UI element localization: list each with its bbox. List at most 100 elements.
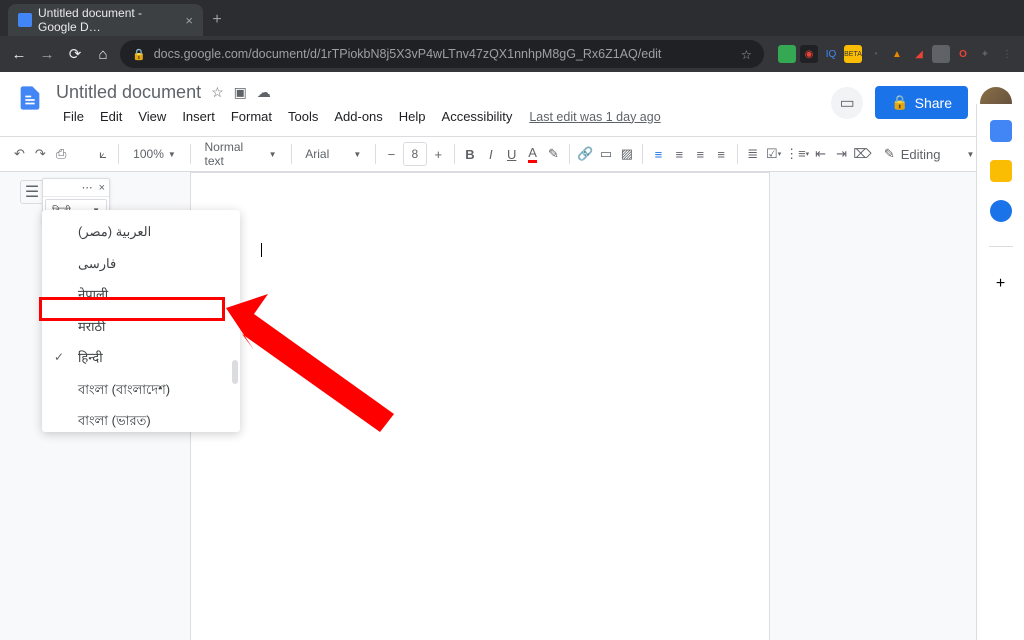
side-panel: +	[976, 104, 1024, 640]
home-icon[interactable]: ⌂	[92, 43, 114, 65]
tasks-app-icon[interactable]	[990, 200, 1012, 222]
back-icon[interactable]: ←	[8, 43, 30, 65]
browser-tab[interactable]: Untitled document - Google D… ×	[8, 4, 203, 36]
font-size-input[interactable]: 8	[403, 142, 427, 166]
docs-header: Untitled document ☆ ▣ ☁ File Edit View I…	[0, 72, 1024, 136]
document-page[interactable]	[190, 172, 770, 640]
menu-edit[interactable]: Edit	[93, 106, 129, 127]
cloud-status-icon[interactable]: ☁	[257, 84, 271, 101]
menu-insert[interactable]: Insert	[175, 106, 222, 127]
lock-share-icon: 🔒	[891, 94, 908, 111]
share-button[interactable]: 🔒 Share	[875, 86, 968, 119]
undo-icon[interactable]: ↶	[10, 141, 29, 167]
language-option[interactable]: (العربية (مصر	[42, 216, 240, 248]
ext-icon-7[interactable]: ◢	[910, 45, 928, 63]
ext-icon-1[interactable]	[778, 45, 796, 63]
pencil-icon: ✎	[884, 146, 895, 162]
decrease-font-icon[interactable]: −	[382, 141, 401, 167]
tab-title: Untitled document - Google D…	[38, 6, 179, 34]
language-option[interactable]: मराठी	[42, 311, 240, 343]
language-dropdown[interactable]: (العربية (مصرفارسیनेपालीमराठीहिन्दीবাংলা…	[42, 210, 240, 432]
star-icon[interactable]: ☆	[741, 47, 752, 62]
side-divider	[989, 246, 1013, 247]
menu-view[interactable]: View	[131, 106, 173, 127]
font-select[interactable]: Arial▼	[297, 142, 369, 166]
document-title[interactable]: Untitled document	[56, 82, 201, 103]
menu-accessibility[interactable]: Accessibility	[435, 106, 520, 127]
paint-format-icon[interactable]: ⟀	[94, 141, 113, 167]
comment-history-icon[interactable]: ▭	[831, 87, 863, 119]
italic-icon[interactable]: I	[481, 141, 500, 167]
language-option[interactable]: فارسی	[42, 248, 240, 280]
menu-tools[interactable]: Tools	[281, 106, 325, 127]
bullet-list-icon[interactable]: ⋮≡▾	[785, 141, 809, 167]
lock-icon: 🔒	[132, 48, 146, 61]
ext-icon-2[interactable]: ◉	[800, 45, 818, 63]
input-tool-menu-icon[interactable]: ⋯	[82, 181, 93, 194]
ext-icon-8[interactable]	[932, 45, 950, 63]
ext-icon-9[interactable]: O	[954, 45, 972, 63]
align-justify-icon[interactable]: ≡	[712, 141, 731, 167]
input-tool-close-icon[interactable]: ×	[99, 182, 105, 194]
align-center-icon[interactable]: ≡	[670, 141, 689, 167]
close-tab-icon[interactable]: ×	[185, 13, 193, 28]
spellcheck-icon[interactable]	[73, 141, 92, 167]
browser-address-bar: ← → ⟳ ⌂ 🔒 docs.google.com/document/d/1rT…	[0, 36, 1024, 72]
line-spacing-icon[interactable]: ≣	[743, 141, 762, 167]
ext-icon-4[interactable]: BETA	[844, 45, 862, 63]
star-document-icon[interactable]: ☆	[211, 84, 224, 101]
reload-icon[interactable]: ⟳	[64, 43, 86, 65]
style-select[interactable]: Normal text▼	[197, 142, 285, 166]
ext-icon-10[interactable]: ✦	[976, 45, 994, 63]
menu-addons[interactable]: Add-ons	[327, 106, 389, 127]
zoom-select[interactable]: 100%▼	[125, 142, 184, 166]
text-color-icon[interactable]: A	[523, 141, 542, 167]
mode-select[interactable]: ✎ Editing ▼	[876, 142, 983, 166]
image-icon[interactable]: ▨	[617, 141, 636, 167]
share-label: Share	[915, 95, 952, 111]
language-option[interactable]: नेपाली	[42, 279, 240, 311]
link-icon[interactable]: 🔗	[576, 141, 595, 167]
docs-logo[interactable]	[12, 80, 48, 116]
add-comment-icon[interactable]: ▭	[597, 141, 616, 167]
url-path: /document/d/1rTPiokbN8j5X3vP4wLTnv47zQX1…	[248, 47, 661, 61]
increase-font-icon[interactable]: +	[429, 141, 448, 167]
redo-icon[interactable]: ↷	[31, 141, 50, 167]
last-edit-link[interactable]: Last edit was 1 day ago	[529, 110, 660, 124]
language-option[interactable]: বাংলা (বাংলাদেশ)	[42, 374, 240, 406]
new-tab-button[interactable]: +	[203, 6, 231, 34]
underline-icon[interactable]: U	[502, 141, 521, 167]
forward-icon: →	[36, 43, 58, 65]
print-icon[interactable]: ⎙	[52, 141, 71, 167]
move-document-icon[interactable]: ▣	[234, 84, 247, 101]
checklist-icon[interactable]: ☑▾	[764, 141, 783, 167]
add-addon-icon[interactable]: +	[988, 271, 1014, 297]
ext-icon-3[interactable]: IQ	[822, 45, 840, 63]
outline-toggle-icon[interactable]: ☰	[20, 180, 44, 204]
calendar-app-icon[interactable]	[990, 120, 1012, 142]
highlight-icon[interactable]: ✎	[544, 141, 563, 167]
menu-bar: File Edit View Insert Format Tools Add-o…	[56, 106, 823, 127]
language-option[interactable]: বাংলা (ভারত)	[42, 405, 240, 432]
keep-app-icon[interactable]	[990, 160, 1012, 182]
clear-format-icon[interactable]: ⌦	[853, 141, 872, 167]
extensions-row: ◉ IQ BETA ◔ ▲ ◢ O ✦ ⋮	[770, 45, 1016, 63]
ext-icon-6[interactable]: ▲	[888, 45, 906, 63]
ext-menu-icon[interactable]: ⋮	[998, 45, 1016, 63]
text-cursor	[261, 243, 262, 257]
url-input[interactable]: 🔒 docs.google.com/document/d/1rTPiokbN8j…	[120, 40, 764, 68]
bold-icon[interactable]: B	[460, 141, 479, 167]
docs-favicon	[18, 13, 32, 27]
formatting-toolbar: ↶ ↷ ⎙ ⟀ 100%▼ Normal text▼ Arial▼ − 8 + …	[0, 136, 1024, 172]
menu-help[interactable]: Help	[392, 106, 433, 127]
align-right-icon[interactable]: ≡	[691, 141, 710, 167]
increase-indent-icon[interactable]: ⇥	[832, 141, 851, 167]
browser-tab-bar: Untitled document - Google D… × +	[0, 0, 1024, 36]
ext-icon-5[interactable]: ◔	[866, 45, 884, 63]
menu-file[interactable]: File	[56, 106, 91, 127]
align-left-icon[interactable]: ≡	[649, 141, 668, 167]
url-host: docs.google.com	[154, 47, 249, 61]
menu-format[interactable]: Format	[224, 106, 279, 127]
language-option[interactable]: हिन्दी	[42, 342, 240, 374]
decrease-indent-icon[interactable]: ⇤	[811, 141, 830, 167]
